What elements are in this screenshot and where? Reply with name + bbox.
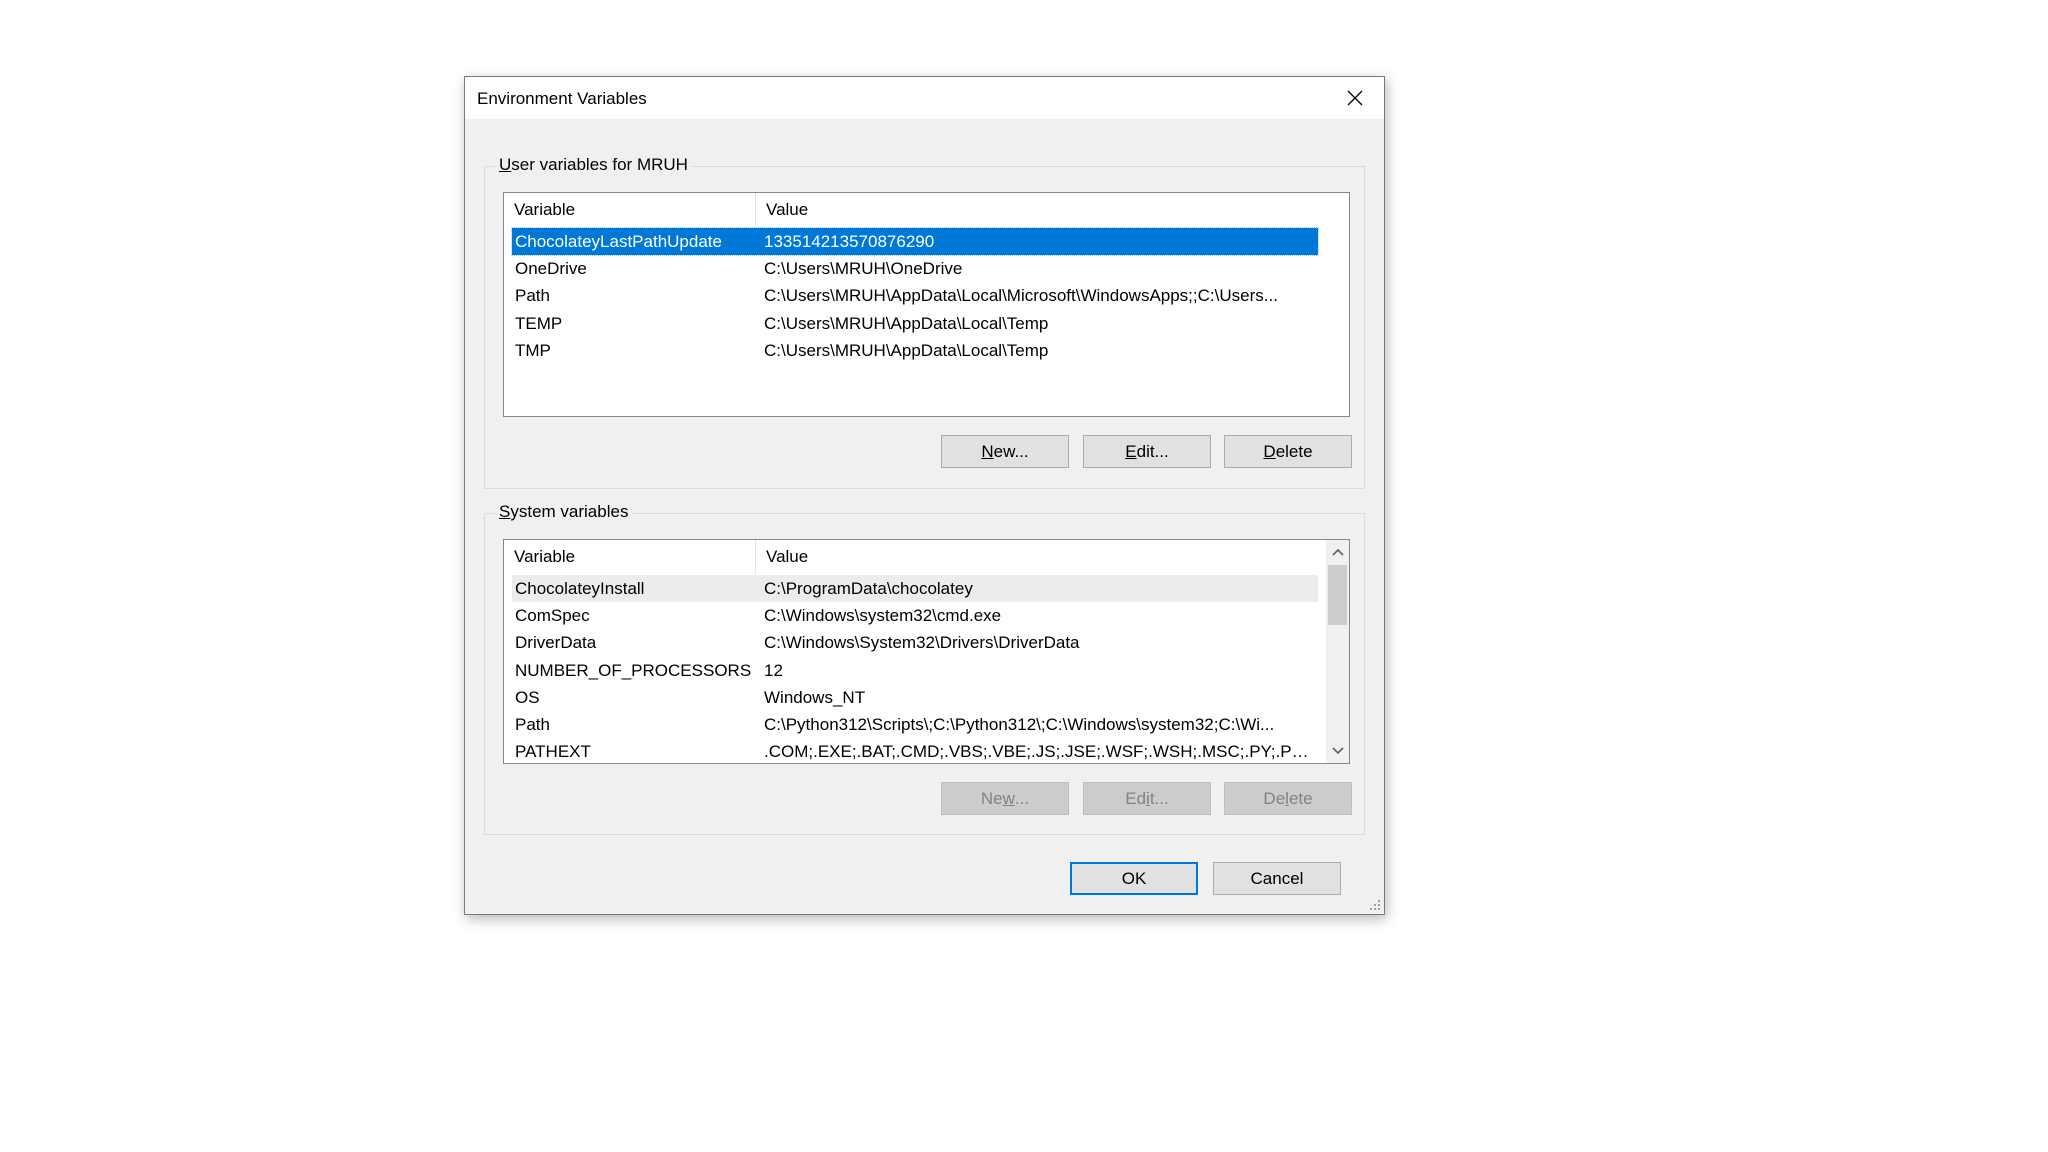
variable-value: C:\Python312\Scripts\;C:\Python312\;C:\W… <box>764 715 1275 735</box>
variable-name: TEMP <box>515 313 563 333</box>
dialog-title: Environment Variables <box>477 89 647 108</box>
ok-button[interactable]: OK <box>1070 862 1198 895</box>
scroll-thumb[interactable] <box>1328 565 1347 625</box>
variable-name: Path <box>515 286 550 306</box>
variable-name: OS <box>515 687 540 707</box>
user-variables-list[interactable]: Variable Value ChocolateyLastPathUpdate … <box>503 192 1350 417</box>
variable-value: C:\Windows\system32\cmd.exe <box>764 605 1002 625</box>
system-delete-button[interactable]: De l ete <box>1224 782 1352 815</box>
cancel-button[interactable]: Cancel <box>1213 862 1341 895</box>
table-row[interactable]: OneDrive C:\Users\MRUH\OneDrive <box>512 255 1318 282</box>
user-variables-legend: User variables for MRUH <box>495 155 692 175</box>
variable-name: Path <box>515 715 550 735</box>
variable-value: C:\Windows\System32\Drivers\DriverData <box>764 633 1080 653</box>
system-new-button[interactable]: Ne w... <box>941 782 1069 815</box>
variable-value: C:\Users\MRUH\AppData\Local\Temp <box>764 340 1049 360</box>
variable-name: NUMBER_OF_PROCESSORS <box>515 660 752 680</box>
scroll-down-button[interactable] <box>1326 739 1349 763</box>
system-variables-header: Variable Value <box>504 540 1316 574</box>
title-bar: Environment Variables <box>465 77 1384 119</box>
resize-grip-icon[interactable] <box>1369 899 1381 911</box>
user-variables-header: Variable Value <box>504 193 1316 227</box>
table-row[interactable]: DriverData C:\Windows\System32\Drivers\D… <box>512 630 1318 657</box>
chevron-down-icon <box>1331 747 1344 755</box>
user-edit-button[interactable]: Edit... <box>1083 435 1211 468</box>
system-variables-list[interactable]: Variable Value ChocolateyInstall C:\Prog… <box>503 539 1350 764</box>
environment-variables-dialog: Environment Variables User variables for… <box>464 76 1385 915</box>
close-button[interactable] <box>1326 77 1384 119</box>
table-row[interactable]: ChocolateyLastPathUpdate 133514213570876… <box>511 226 1319 257</box>
system-edit-button[interactable]: Ed i t... <box>1083 782 1211 815</box>
system-variables-rows: ChocolateyInstall C:\ProgramData\chocola… <box>512 575 1318 763</box>
column-header-value[interactable]: Value <box>756 193 1316 227</box>
variable-name: ChocolateyInstall <box>515 578 645 598</box>
column-header-value[interactable]: Value <box>756 540 1316 574</box>
variable-name: ChocolateyLastPathUpdate <box>515 231 722 251</box>
table-row[interactable]: OS Windows_NT <box>512 684 1318 711</box>
column-header-variable[interactable]: Variable <box>504 540 756 574</box>
user-new-button[interactable]: New... <box>941 435 1069 468</box>
table-row[interactable]: TMP C:\Users\MRUH\AppData\Local\Temp <box>512 337 1318 364</box>
variable-value: C:\ProgramData\chocolatey <box>764 578 973 598</box>
table-row[interactable]: TEMP C:\Users\MRUH\AppData\Local\Temp <box>512 310 1318 337</box>
variable-value: Windows_NT <box>764 687 866 707</box>
scroll-up-button[interactable] <box>1326 540 1349 564</box>
user-delete-button[interactable]: Delete <box>1224 435 1352 468</box>
system-variables-scrollbar[interactable] <box>1326 540 1349 763</box>
table-row[interactable]: PATHEXT .COM;.EXE;.BAT;.CMD;.VBS;.VBE;.J… <box>512 739 1318 763</box>
user-variables-group: User variables for MRUH Variable Value C… <box>484 155 1365 489</box>
variable-name: ComSpec <box>515 605 590 625</box>
variable-value: C:\Users\MRUH\AppData\Local\Temp <box>764 313 1049 333</box>
table-row[interactable]: ChocolateyInstall C:\ProgramData\chocola… <box>512 575 1318 603</box>
chevron-up-icon <box>1331 548 1344 556</box>
variable-name: PATHEXT <box>515 742 591 762</box>
variable-name: TMP <box>515 340 551 360</box>
variable-value: .COM;.EXE;.BAT;.CMD;.VBS;.VBE;.JS;.JSE;.… <box>764 742 1318 762</box>
user-variables-rows: ChocolateyLastPathUpdate 133514213570876… <box>511 226 1319 364</box>
variable-value: C:\Users\MRUH\OneDrive <box>764 258 963 278</box>
variable-value: 12 <box>764 660 783 680</box>
table-row[interactable]: NUMBER_OF_PROCESSORS 12 <box>512 657 1318 684</box>
column-header-variable[interactable]: Variable <box>504 193 756 227</box>
table-row[interactable]: ComSpec C:\Windows\system32\cmd.exe <box>512 602 1318 629</box>
close-icon <box>1347 90 1363 106</box>
variable-name: DriverData <box>515 633 597 653</box>
system-variables-legend: System variables <box>495 502 633 522</box>
variable-value: 133514213570876290 <box>764 231 935 251</box>
variable-value: C:\Users\MRUH\AppData\Local\Microsoft\Wi… <box>764 286 1278 306</box>
variable-name: OneDrive <box>515 258 587 278</box>
table-row[interactable]: Path C:\Users\MRUH\AppData\Local\Microso… <box>512 283 1318 310</box>
table-row[interactable]: Path C:\Python312\Scripts\;C:\Python312\… <box>512 711 1318 738</box>
system-variables-group: System variables Variable Value Chocolat… <box>484 502 1365 835</box>
